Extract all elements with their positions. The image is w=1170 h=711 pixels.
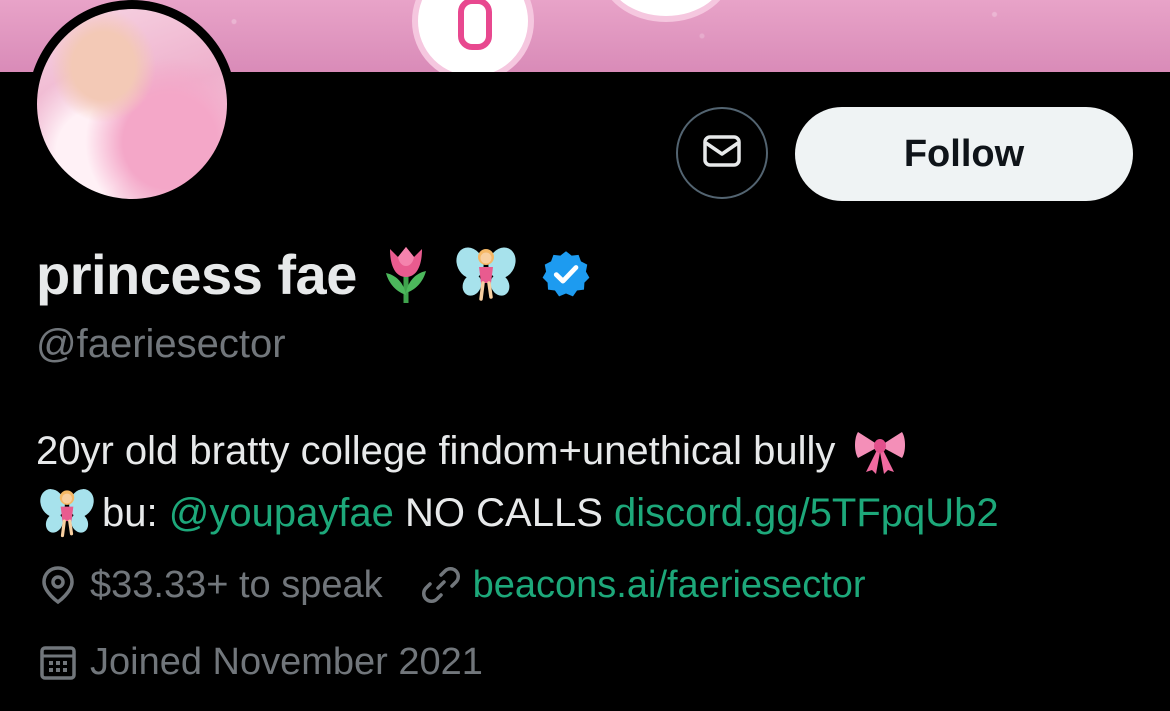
- profile-handle: @faeriesector: [36, 322, 286, 366]
- profile-bio: 20yr old bratty college findom+unethical…: [36, 420, 1136, 544]
- profile-meta-row: $33.33+ to speak beacons.ai/faeriesector: [36, 563, 866, 607]
- tulip-emoji-icon: [375, 243, 437, 305]
- ribbon-emoji-icon: [849, 420, 911, 482]
- bio-text: NO CALLS: [393, 491, 614, 535]
- fairy-emoji-icon: [455, 243, 517, 305]
- fairy-emoji-icon: [36, 482, 98, 544]
- bio-discord-link[interactable]: discord.gg/5TFpqUb2: [614, 482, 999, 544]
- bio-line: 20yr old bratty college findom+unethical…: [36, 420, 1136, 482]
- profile-name-row: princess fae: [36, 236, 597, 312]
- message-button[interactable]: [676, 107, 768, 199]
- banner-decoration: [412, 0, 534, 72]
- follow-button[interactable]: Follow: [795, 107, 1133, 201]
- bio-mention-link[interactable]: @youpayfae: [169, 482, 394, 544]
- website-link[interactable]: beacons.ai/faeriesector: [473, 564, 866, 607]
- avatar-image: [37, 9, 227, 199]
- avatar[interactable]: [28, 0, 236, 208]
- verified-badge-icon: [535, 243, 597, 305]
- location-pin-icon: [36, 563, 80, 607]
- calendar-icon: [36, 640, 80, 684]
- joined-date: Joined November 2021: [90, 640, 483, 683]
- banner-decoration: [600, 0, 732, 22]
- link-icon: [419, 563, 463, 607]
- bio-text: bu:: [102, 491, 169, 535]
- location-text: $33.33+ to speak: [90, 563, 383, 606]
- envelope-icon: [702, 134, 742, 173]
- bio-line: bu: @youpayfae NO CALLS discord.gg/5TFpq…: [36, 482, 1136, 544]
- profile-meta-row: Joined November 2021: [36, 640, 483, 684]
- display-name: princess fae: [36, 242, 357, 306]
- bio-text: 20yr old bratty college findom+unethical…: [36, 429, 836, 473]
